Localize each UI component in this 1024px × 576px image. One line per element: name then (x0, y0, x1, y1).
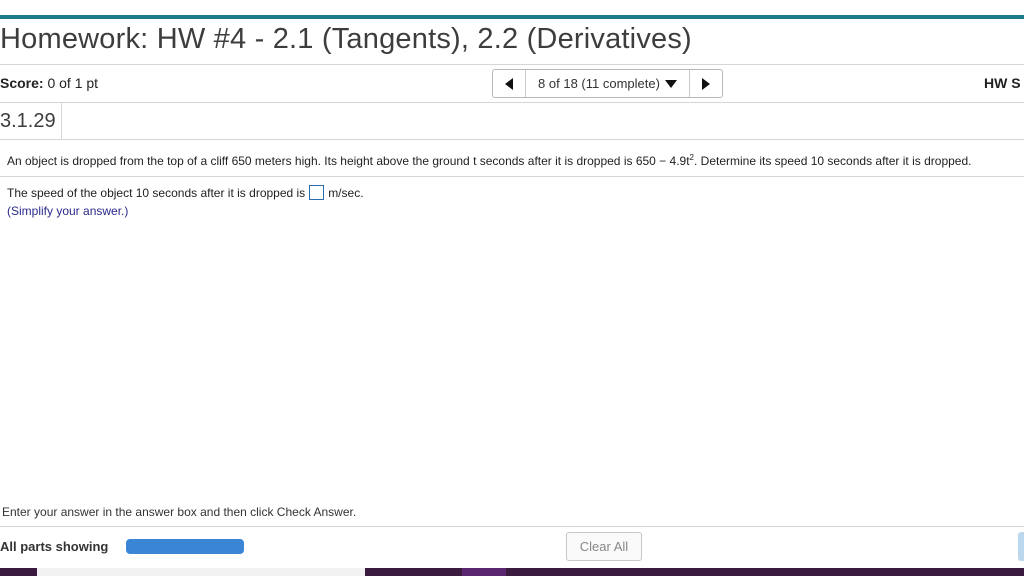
chevron-down-icon (664, 79, 677, 88)
question-number: 3.1.29 (0, 110, 56, 132)
answer-unit: m/sec. (328, 185, 364, 200)
divider (0, 176, 1024, 177)
chevron-left-icon (505, 77, 513, 90)
score-label: Score: (0, 75, 44, 91)
divider (0, 64, 1024, 65)
accent-bar (0, 15, 1024, 19)
divider (0, 139, 1024, 140)
hint-text: (Simplify your answer.) (7, 204, 129, 218)
divider (0, 102, 1024, 103)
taskbar-segment (462, 568, 506, 576)
answer-prefix: The speed of the object 10 seconds after… (7, 185, 306, 200)
score-value: 0 of 1 pt (47, 75, 99, 91)
clear-all-button[interactable]: Clear All (566, 532, 642, 561)
divider (0, 526, 1024, 527)
parts-progress-bar (126, 539, 244, 554)
question-navigator: 8 of 18 (11 complete) (492, 69, 723, 98)
question-prompt-text-end: . Determine its speed 10 seconds after i… (693, 154, 972, 168)
question-position-text: 8 of 18 (11 complete) (538, 76, 660, 91)
chevron-right-icon (702, 77, 710, 90)
parts-showing-label: All parts showing (0, 539, 109, 554)
score-display: Score: 0 of 1 pt (0, 75, 98, 91)
question-prompt-text: An object is dropped from the top of a c… (7, 154, 690, 168)
page-title: Homework: HW #4 - 2.1 (Tangents), 2.2 (D… (0, 23, 692, 55)
divider (61, 103, 62, 139)
answer-line: The speed of the object 10 seconds after… (7, 185, 364, 200)
question-select[interactable]: 8 of 18 (11 complete) (526, 76, 689, 91)
check-answer-button[interactable] (1018, 532, 1024, 561)
question-prompt: An object is dropped from the top of a c… (7, 153, 971, 168)
previous-question-button[interactable] (493, 70, 526, 97)
taskbar-segment (37, 568, 365, 576)
instruction-text: Enter your answer in the answer box and … (2, 505, 357, 519)
answer-input[interactable] (309, 185, 325, 200)
hw-score-label: HW S (984, 75, 1021, 91)
next-question-button[interactable] (689, 70, 722, 97)
